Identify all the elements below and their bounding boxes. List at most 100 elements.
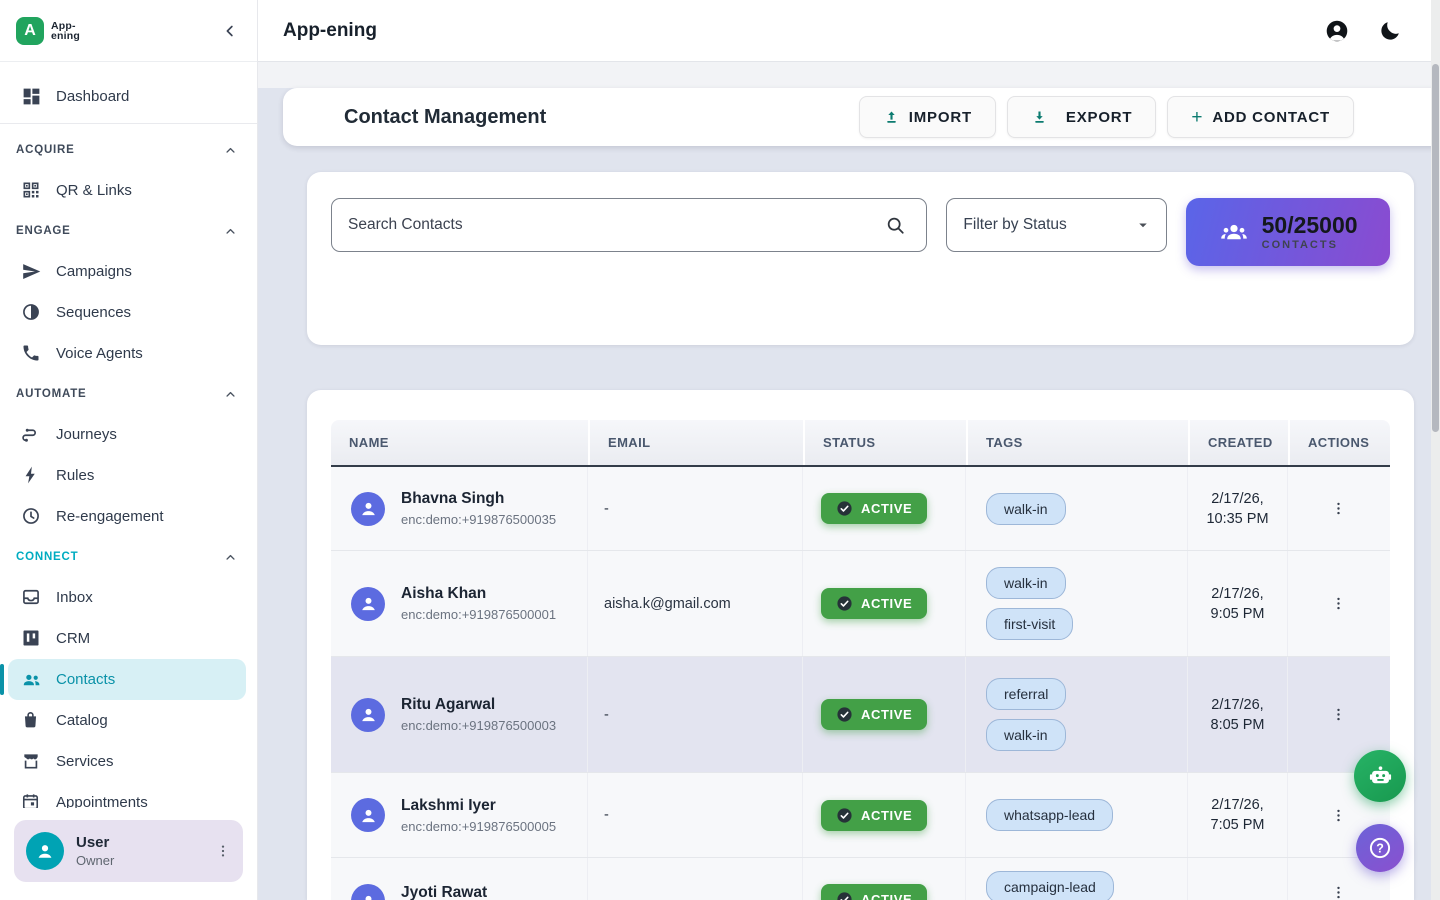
row-actions-button[interactable] (1330, 595, 1347, 612)
contacts-table: NAME EMAIL STATUS TAGS CREATED ACTIONS B… (307, 390, 1414, 900)
sidebar-item-campaigns[interactable]: Campaigns (0, 251, 257, 292)
sidebar-item-rules[interactable]: Rules (0, 455, 257, 496)
row-actions-button[interactable] (1330, 884, 1347, 900)
section-acquire[interactable]: ACQUIRE (0, 130, 257, 170)
scrollbar-thumb[interactable] (1432, 64, 1439, 432)
column-header-email: EMAIL (590, 420, 803, 465)
storefront-icon (21, 751, 42, 772)
contact-email: - (588, 467, 803, 550)
table-row: Jyoti Rawat ACTIVE campaign-lead 2/17/26 (331, 858, 1390, 900)
inbox-icon (21, 587, 42, 608)
check-circle-icon (836, 807, 853, 824)
contact-phone: enc:demo:+919876500001 (401, 607, 556, 622)
filter-panel: Filter by Status 50/25000 CONTACTS (307, 172, 1414, 345)
tag-chip: walk-in (986, 493, 1066, 525)
sidebar-item-voice-agents[interactable]: Voice Agents (0, 333, 257, 374)
sidebar-collapse-icon[interactable] (221, 22, 239, 40)
contact-name: Ritu Agarwal (401, 696, 556, 714)
table-row: Ritu Agarwal enc:demo:+919876500003 - AC… (331, 657, 1390, 773)
sidebar-item-inbox[interactable]: Inbox (0, 577, 257, 618)
chevron-up-icon (223, 387, 238, 402)
check-circle-icon (836, 891, 853, 900)
sidebar-item-services[interactable]: Services (0, 741, 257, 782)
column-header-created: CREATED (1190, 420, 1288, 465)
column-header-name: NAME (331, 420, 588, 465)
contact-email: - (588, 657, 803, 772)
contact-name: Lakshmi Iyer (401, 797, 556, 815)
dark-mode-moon-icon[interactable] (1378, 19, 1402, 43)
row-actions-button[interactable] (1330, 807, 1347, 824)
table-row: Aisha Khan enc:demo:+919876500001 aisha.… (331, 551, 1390, 657)
scrollbar-track (1431, 0, 1440, 900)
export-button[interactable]: EXPORT (1007, 96, 1156, 138)
contact-email: aisha.k@gmail.com (588, 551, 803, 656)
tag-chip: whatsapp-lead (986, 799, 1113, 831)
sidebar-footer: User Owner (0, 808, 257, 900)
contacts-count-badge: 50/25000 CONTACTS (1186, 198, 1390, 266)
search-field (331, 198, 927, 252)
question-mark-icon: ? (1367, 835, 1393, 861)
column-header-actions: ACTIONS (1290, 420, 1390, 465)
assistant-fab[interactable] (1354, 750, 1406, 802)
table-row: Bhavna Singh enc:demo:+919876500035 - AC… (331, 467, 1390, 551)
brand-name: App- ening (51, 21, 80, 41)
import-button[interactable]: IMPORT (859, 96, 996, 138)
column-header-status: STATUS (805, 420, 966, 465)
chevron-up-icon (223, 143, 238, 158)
search-icon[interactable] (885, 215, 906, 236)
contact-avatar-icon (351, 884, 385, 900)
table-row: Lakshmi Iyer enc:demo:+919876500005 - AC… (331, 773, 1390, 858)
contact-avatar-icon (351, 698, 385, 732)
help-fab[interactable]: ? (1356, 824, 1404, 872)
robot-icon (1367, 763, 1394, 790)
sidebar-item-sequences[interactable]: Sequences (0, 292, 257, 333)
contact-email: - (588, 773, 803, 857)
sidebar-item-dashboard[interactable]: Dashboard (0, 76, 257, 117)
table-header: NAME EMAIL STATUS TAGS CREATED ACTIONS (331, 420, 1390, 467)
user-avatar-icon (26, 832, 64, 870)
row-actions-button[interactable] (1330, 500, 1347, 517)
search-input[interactable] (348, 216, 885, 234)
contact-phone: enc:demo:+919876500035 (401, 512, 556, 527)
sidebar-item-appointments[interactable]: Appointments (0, 782, 257, 808)
status-filter-select[interactable]: Filter by Status (946, 198, 1167, 252)
page-title: Contact Management (344, 106, 848, 129)
sidebar-item-re-engagement[interactable]: Re-engagement (0, 496, 257, 537)
app-logo-icon: A (16, 17, 44, 45)
add-contact-button[interactable]: + ADD CONTACT (1167, 96, 1354, 138)
row-actions-button[interactable] (1330, 706, 1347, 723)
sidebar-item-catalog[interactable]: Catalog (0, 700, 257, 741)
status-badge: ACTIVE (821, 588, 927, 619)
contact-avatar-icon (351, 798, 385, 832)
section-connect[interactable]: CONNECT (0, 537, 257, 577)
column-header-tags: TAGS (968, 420, 1188, 465)
divider (0, 123, 257, 124)
account-icon[interactable] (1324, 18, 1350, 44)
created-at: 2/17/26, 10:35 PM (1188, 467, 1288, 550)
contact-name: Aisha Khan (401, 585, 556, 603)
created-at: 2/17/26 (1188, 858, 1288, 900)
clock-icon (21, 506, 42, 527)
dashboard-icon (21, 86, 42, 107)
contacts-count: 50/25000 (1262, 213, 1358, 237)
created-at: 2/17/26, 9:05 PM (1188, 551, 1288, 656)
check-circle-icon (836, 595, 853, 612)
tag-chip: first-visit (986, 608, 1073, 640)
user-card[interactable]: User Owner (14, 820, 243, 882)
section-engage[interactable]: ENGAGE (0, 211, 257, 251)
app-title: App-ening (283, 20, 377, 42)
sidebar-item-contacts[interactable]: Contacts (8, 659, 246, 700)
sidebar-item-qr-links[interactable]: QR & Links (0, 170, 257, 211)
user-menu-button[interactable] (215, 843, 231, 859)
sidebar-item-crm[interactable]: CRM (0, 618, 257, 659)
check-circle-icon (836, 500, 853, 517)
sidebar-item-journeys[interactable]: Journeys (0, 414, 257, 455)
sidebar: A App- ening Dashboard ACQUIRE QR & Link… (0, 0, 258, 900)
plus-icon: + (1191, 108, 1203, 127)
upload-icon (883, 109, 900, 126)
section-automate[interactable]: AUTOMATE (0, 374, 257, 414)
tag-chip: walk-in (986, 567, 1066, 599)
calendar-icon (21, 792, 42, 808)
kanban-icon (21, 628, 42, 649)
route-icon (21, 424, 42, 445)
